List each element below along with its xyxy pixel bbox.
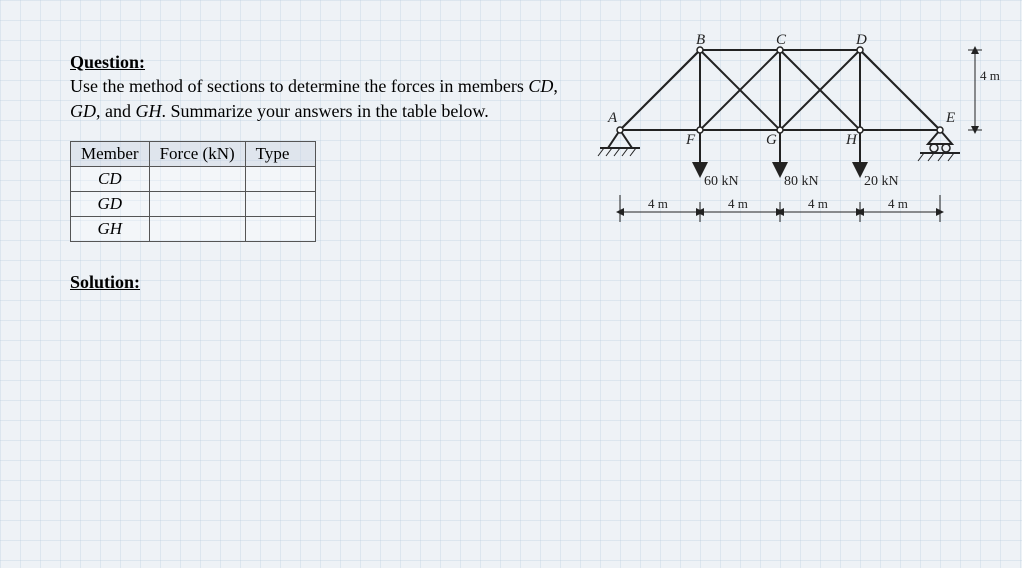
load-label-h: 20 kN: [864, 174, 899, 189]
hspan-4: 4 m: [888, 196, 908, 211]
cell-member: GD: [71, 191, 150, 216]
node-label-g: G: [766, 132, 777, 148]
col-force: Force (kN): [149, 141, 245, 166]
cell-type: [245, 216, 315, 241]
member-ref-cd: CD: [528, 76, 553, 96]
page-content: Question: Use the method of sections to …: [70, 50, 952, 293]
load-label-f: 60 kN: [704, 174, 739, 189]
hspan-3: 4 m: [808, 196, 828, 211]
node-label-b: B: [696, 32, 705, 48]
dimension-row: 4 m 4 m 4 m 4 m: [620, 195, 940, 222]
left-column: Question: Use the method of sections to …: [70, 50, 590, 293]
node-label-e: E: [945, 110, 955, 126]
hspan-2: 4 m: [728, 196, 748, 211]
table-header-row: Member Force (kN) Type: [71, 141, 316, 166]
question-body-1: Use the method of sections to determine …: [70, 76, 528, 96]
cell-force: [149, 216, 245, 241]
cell-force: [149, 166, 245, 191]
question-heading: Question:: [70, 52, 145, 72]
answer-table: Member Force (kN) Type CD GD GH: [70, 141, 316, 242]
table-row: CD: [71, 166, 316, 191]
load-label-g: 80 kN: [784, 174, 819, 189]
node-label-a: A: [607, 110, 618, 126]
sep2: , and: [96, 101, 136, 121]
table-row: GD: [71, 191, 316, 216]
height-dimension: 4 m: [968, 50, 1000, 130]
roller-support-icon: [918, 130, 960, 161]
pin-support-icon: [598, 130, 640, 156]
truss-diagram: A B C D E F G H 60 kN 80 kN 20 kN: [590, 30, 1010, 260]
right-column: A B C D E F G H 60 kN 80 kN 20 kN: [590, 50, 1010, 293]
question-body-2: . Summarize your answers in the table be…: [162, 101, 489, 121]
node-label-f: F: [685, 132, 696, 148]
table-row: GH: [71, 216, 316, 241]
height-label: 4 m: [980, 68, 1000, 83]
node-label-d: D: [855, 32, 867, 48]
cell-member: GH: [71, 216, 150, 241]
sep1: ,: [553, 76, 558, 96]
member-ref-gd: GD: [70, 101, 96, 121]
solution-heading: Solution:: [70, 272, 590, 293]
col-type: Type: [245, 141, 315, 166]
cell-force: [149, 191, 245, 216]
question-block: Question: Use the method of sections to …: [70, 50, 590, 123]
node-label-h: H: [845, 132, 858, 148]
cell-type: [245, 191, 315, 216]
cell-member: CD: [71, 166, 150, 191]
node-label-c: C: [776, 32, 787, 48]
member-ref-gh: GH: [136, 101, 162, 121]
truss-svg: A B C D E F G H 60 kN 80 kN 20 kN: [590, 30, 1010, 260]
hspan-1: 4 m: [648, 196, 668, 211]
cell-type: [245, 166, 315, 191]
col-member: Member: [71, 141, 150, 166]
